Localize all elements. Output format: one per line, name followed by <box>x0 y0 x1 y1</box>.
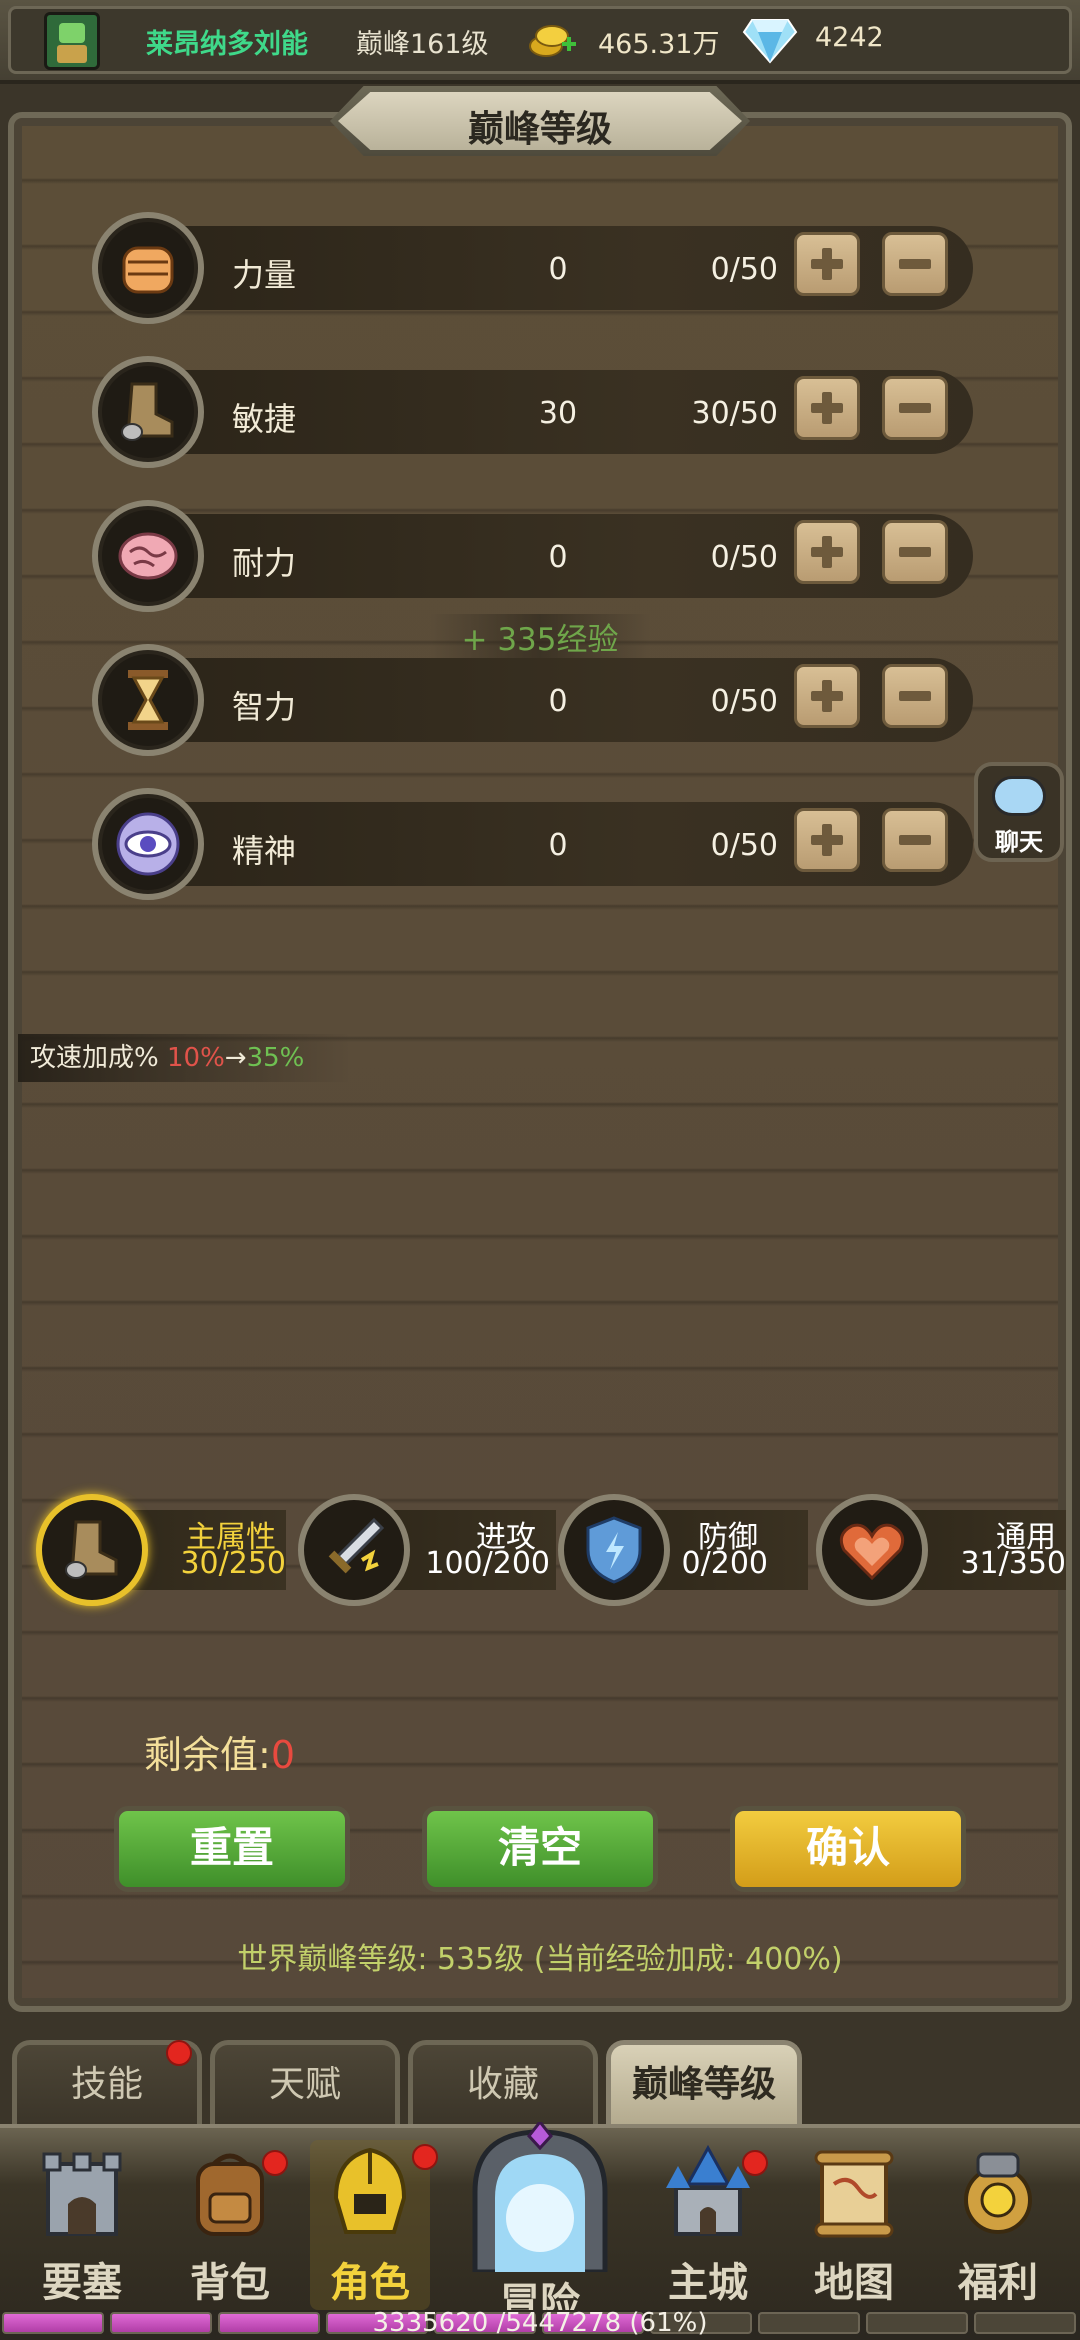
category-general[interactable]: 通用 31/350 <box>816 1494 1066 1610</box>
decrease-spirit-button[interactable] <box>882 808 948 872</box>
nav-map[interactable]: 地图 <box>794 2140 914 2310</box>
category-defense[interactable]: 防御 0/200 <box>558 1494 808 1610</box>
panel-title: 巅峰等级 <box>467 109 612 150</box>
attribute-row-stamina: 耐力 0 0/50 <box>88 500 973 612</box>
castle-icon <box>666 2144 750 2236</box>
category-attack[interactable]: 进攻 100/200 <box>298 1494 556 1610</box>
brain-icon <box>92 500 204 612</box>
attribute-row-spirit: 精神 0 0/50 <box>88 788 973 900</box>
player-name: 莱昂纳多刘能 <box>146 29 308 60</box>
avatar-icon[interactable] <box>44 12 100 70</box>
boot-icon <box>92 356 204 468</box>
attribute-row-intelligence: 智力 0 0/50 <box>88 644 973 756</box>
tab-label: 收藏 <box>466 2064 539 2105</box>
tab-label: 天赋 <box>268 2064 341 2105</box>
portal-icon <box>472 2122 608 2272</box>
nav-character[interactable]: 角色 <box>310 2140 430 2310</box>
attribute-progress: 0/50 <box>710 684 778 719</box>
nav-label: 角色 <box>330 2260 410 2306</box>
experience-text: 3335620 /5447278 (61%) <box>372 2308 708 2338</box>
attribute-progress: 0/50 <box>710 540 778 575</box>
category-count: 30/250 <box>180 1546 286 1581</box>
helmet-icon <box>333 2147 407 2234</box>
nav-label: 主城 <box>668 2260 748 2306</box>
attribute-progress: 30/50 <box>691 396 778 431</box>
bonus-new-value: 35% <box>246 1043 305 1073</box>
hourglass-icon <box>92 644 204 756</box>
gold-amount: 465.31万 <box>598 29 720 60</box>
gift-bag-icon <box>964 2152 1032 2234</box>
attribute-value: 0 <box>548 252 568 287</box>
increase-spirit-button[interactable] <box>794 808 860 872</box>
attribute-name: 耐力 <box>232 544 297 582</box>
diamond-amount: 4242 <box>815 22 884 53</box>
nav-label: 地图 <box>814 2260 894 2306</box>
fist-icon <box>92 212 204 324</box>
increase-agility-button[interactable] <box>794 376 860 440</box>
attack-speed-bonus: 攻速加成% 10%→35% <box>18 1034 350 1082</box>
decrease-agility-button[interactable] <box>882 376 948 440</box>
increase-stamina-button[interactable] <box>794 520 860 584</box>
remaining-points: 剩余值:0 <box>144 1724 295 1779</box>
chat-button[interactable]: 聊天 <box>974 762 1064 862</box>
chat-bubble-icon <box>992 776 1046 816</box>
category-count: 31/350 <box>960 1546 1066 1581</box>
attribute-progress: 0/50 <box>710 828 778 863</box>
heart-icon <box>816 1494 928 1606</box>
confirm-button[interactable]: 确认 <box>730 1806 966 1892</box>
tab-collection[interactable]: 收藏 <box>408 2040 598 2124</box>
fortress-icon <box>42 2152 122 2236</box>
world-peak-level-info: 世界巅峰等级: 535级 (当前经验加成: 400%) <box>237 1942 843 1977</box>
diamond-icon[interactable] <box>742 16 798 64</box>
nav-adventure[interactable]: 冒险 <box>455 2122 625 2326</box>
category-count: 0/200 <box>681 1546 768 1581</box>
nav-label: 背包 <box>190 2260 270 2306</box>
nav-welfare[interactable]: 福利 <box>938 2140 1058 2310</box>
nav-main-city-badge <box>742 2150 768 2176</box>
attribute-value: 0 <box>548 684 568 719</box>
reset-button[interactable]: 重置 <box>114 1806 350 1892</box>
decrease-stamina-button[interactable] <box>882 520 948 584</box>
chat-label: 聊天 <box>995 828 1043 856</box>
decrease-intelligence-button[interactable] <box>882 664 948 728</box>
shield-icon <box>558 1494 670 1606</box>
bonus-old-value: 10% <box>166 1043 225 1073</box>
bonus-arrow: → <box>224 1043 247 1073</box>
attribute-progress: 0/50 <box>710 252 778 287</box>
boot-icon <box>36 1494 148 1606</box>
gold-coin-icon[interactable] <box>528 20 578 60</box>
nav-label: 福利 <box>958 2260 1038 2306</box>
attribute-value: 0 <box>548 828 568 863</box>
map-scroll-icon <box>814 2150 894 2238</box>
player-level: 巅峰161级 <box>356 29 489 60</box>
tab-peak-level[interactable]: 巅峰等级 <box>606 2040 802 2124</box>
attribute-name: 敏捷 <box>232 400 297 438</box>
attribute-value: 30 <box>538 396 578 431</box>
clear-button[interactable]: 清空 <box>422 1806 658 1892</box>
nav-backpack-badge <box>262 2150 288 2176</box>
category-main-attribute[interactable]: 主属性 30/250 <box>36 1494 286 1610</box>
attribute-row-agility: 敏捷 30 30/50 <box>88 356 973 468</box>
attribute-row-strength: 力量 0 0/50 <box>88 212 973 324</box>
tab-label: 技能 <box>70 2064 143 2105</box>
nav-character-badge <box>412 2144 438 2170</box>
attribute-name: 精神 <box>232 832 297 870</box>
decrease-strength-button[interactable] <box>882 232 948 296</box>
eye-icon <box>92 788 204 900</box>
remaining-value: 0 <box>270 1733 295 1777</box>
nav-fortress[interactable]: 要塞 <box>22 2140 142 2310</box>
attribute-name: 智力 <box>232 688 297 726</box>
remaining-label: 剩余值: <box>144 1733 271 1777</box>
increase-intelligence-button[interactable] <box>794 664 860 728</box>
tab-skills-badge <box>166 2040 192 2066</box>
category-count: 100/200 <box>425 1546 550 1581</box>
increase-strength-button[interactable] <box>794 232 860 296</box>
tab-talent[interactable]: 天赋 <box>210 2040 400 2124</box>
tab-label: 巅峰等级 <box>631 2064 776 2105</box>
bonus-label: 攻速加成% <box>30 1043 159 1073</box>
attribute-name: 力量 <box>232 256 297 294</box>
attribute-value: 0 <box>548 540 568 575</box>
nav-label: 要塞 <box>42 2260 122 2306</box>
